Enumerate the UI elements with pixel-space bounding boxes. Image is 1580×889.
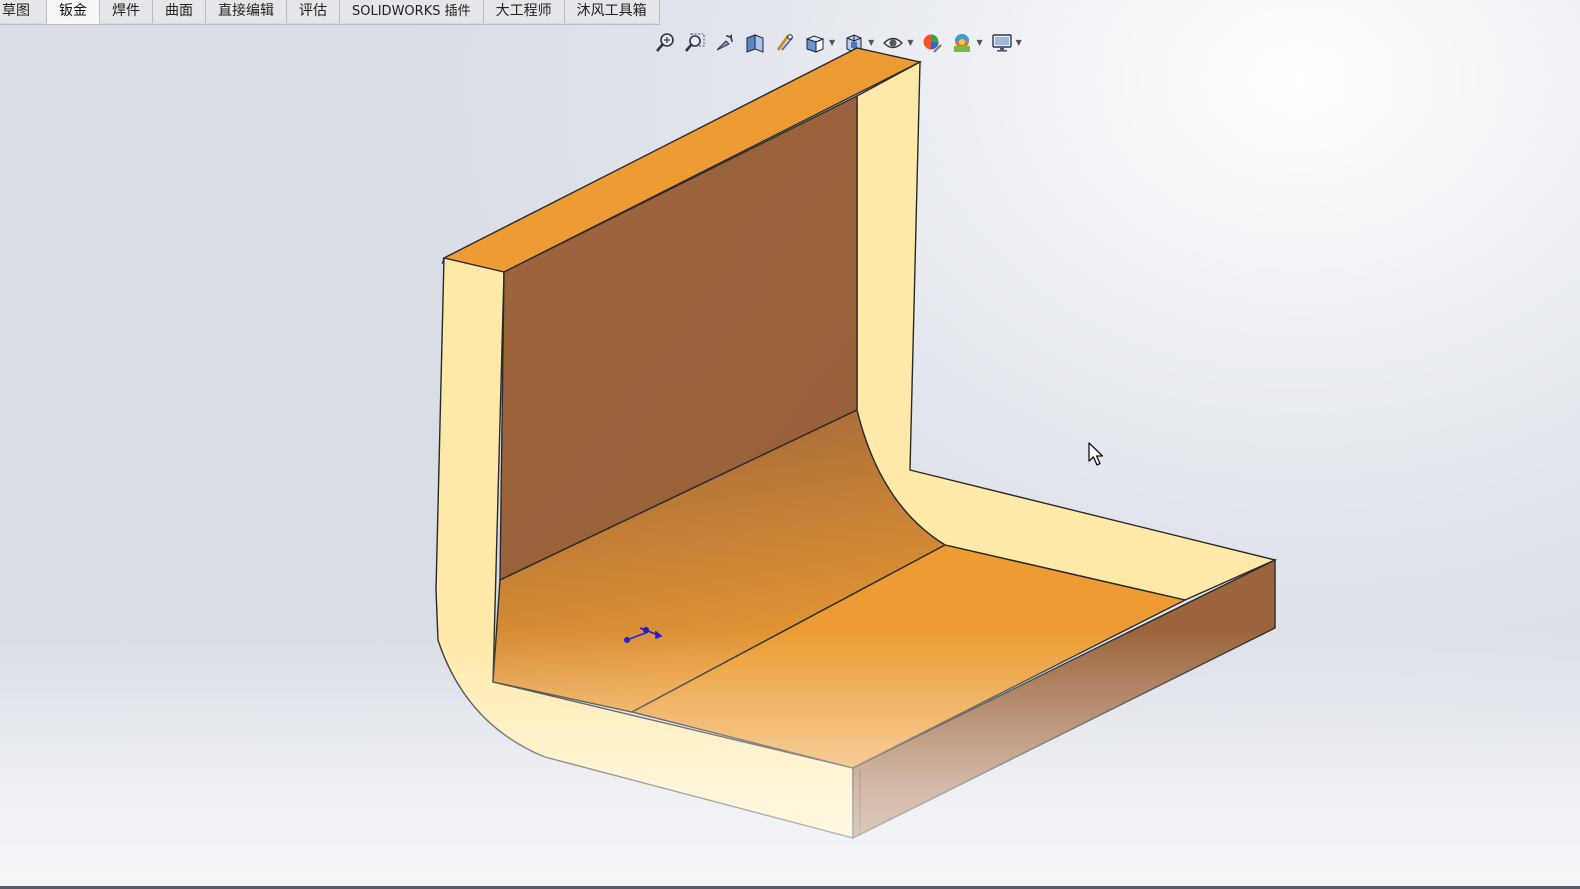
- right-side-edge-face: [856, 60, 1278, 601]
- sheet-metal-bracket-model[interactable]: [0, 0, 1580, 889]
- graphics-viewport[interactable]: 草图 钣金 焊件 曲面 直接编辑 评估 SOLIDWORKS 插件 大工程师 沐…: [0, 0, 1580, 889]
- mouse-cursor-icon: [1088, 442, 1104, 466]
